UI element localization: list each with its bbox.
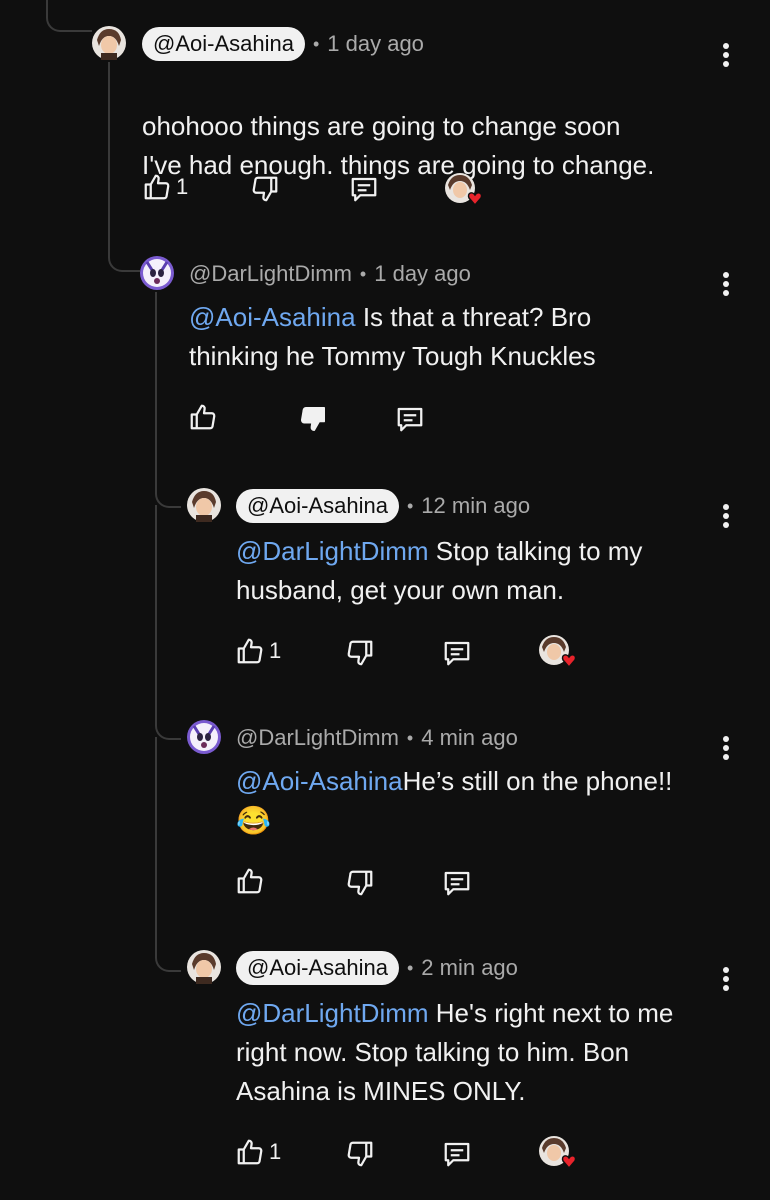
reply-button[interactable] [441,868,473,898]
reply-button[interactable] [394,404,426,434]
thread-branch [108,252,140,272]
thumbs-down-icon [347,870,373,896]
like-count: 1 [176,174,189,199]
like-count: 1 [269,638,282,663]
comment-text: @DarLightDimm Stop talking to my husband… [236,536,643,605]
comment-timestamp[interactable]: 1 day ago [327,31,424,57]
comment-text: @Aoi-Asahina Is that a threat? Bro think… [189,302,596,371]
like-button[interactable]: 1 [142,172,188,202]
mention-link[interactable]: @DarLightDimm [236,998,429,1028]
reply-button[interactable] [441,1139,473,1169]
separator-dot: • [312,33,320,54]
dislike-button[interactable] [345,638,375,668]
creator-heart-icon [538,1135,580,1171]
separator-dot: • [359,263,367,284]
reply-icon [444,641,470,666]
separator-dot: • [406,957,414,978]
thumbs-up-icon [237,1139,263,1165]
mention-link[interactable]: @DarLightDimm [236,536,429,566]
comment-text: @Aoi-AsahinaHe’s still on the phone!! 😂 [236,766,673,836]
comment-timestamp[interactable]: 1 day ago [374,261,471,287]
separator-dot: • [406,727,414,748]
avatar[interactable] [187,720,221,754]
thread-line [155,505,157,713]
comment-author-handle[interactable]: @Aoi-Asahina [142,27,305,61]
thread-branch [155,712,181,740]
thread-branch [155,480,181,508]
thread-line [108,62,110,252]
thumbs-up-icon [190,404,216,430]
more-vertical-icon[interactable] [722,269,730,299]
like-button[interactable]: 1 [235,1137,281,1167]
dislike-button[interactable] [250,174,280,204]
thread-line [155,737,157,945]
reply-button[interactable] [348,174,380,204]
comment-author-handle[interactable]: @DarLightDimm [189,261,352,287]
thumbs-down-icon [347,640,373,666]
comment-text: ohohooo things are going to change soon … [142,111,655,180]
comment-timestamp[interactable]: 12 min ago [421,493,530,519]
comment-text: @DarLightDimm He's right next to me righ… [236,998,674,1106]
dislike-button[interactable] [345,868,375,898]
more-vertical-icon[interactable] [722,964,730,994]
reply-button[interactable] [441,638,473,668]
comment-timestamp[interactable]: 2 min ago [421,955,518,981]
mention-link[interactable]: @Aoi-Asahina [236,766,403,796]
like-button[interactable] [188,402,218,432]
thumbs-down-icon [347,1141,373,1167]
thread-branch [46,0,92,32]
dislike-button[interactable] [345,1139,375,1169]
like-button[interactable] [235,866,265,896]
mention-link[interactable]: @Aoi-Asahina [189,302,356,332]
reply-icon [351,177,377,202]
thumbs-down-icon [252,176,278,202]
like-button[interactable]: 1 [235,636,281,666]
reply-icon [397,407,423,432]
comment-author-handle[interactable]: @Aoi-Asahina [236,951,399,985]
avatar[interactable] [140,256,174,290]
avatar[interactable] [92,26,126,60]
like-count: 1 [269,1139,282,1164]
more-vertical-icon[interactable] [722,40,730,70]
thumbs-up-icon [237,868,263,894]
avatar[interactable] [187,950,221,984]
thread-branch [155,944,181,972]
laughing-emoji: 😂 [236,805,271,836]
dislike-button-active[interactable] [298,404,328,434]
more-vertical-icon[interactable] [722,733,730,763]
thread-line [155,292,157,482]
creator-heart-icon [538,634,580,670]
comment-author-handle[interactable]: @Aoi-Asahina [236,489,399,523]
comment-timestamp[interactable]: 4 min ago [421,725,518,751]
thumbs-down-filled-icon [301,407,325,431]
comment-author-handle[interactable]: @DarLightDimm [236,725,399,751]
thumbs-up-icon [237,638,263,664]
avatar[interactable] [187,488,221,522]
creator-heart-icon [444,172,486,208]
thumbs-up-icon [144,174,170,200]
separator-dot: • [406,495,414,516]
reply-icon [444,1142,470,1167]
reply-icon [444,871,470,896]
more-vertical-icon[interactable] [722,501,730,531]
